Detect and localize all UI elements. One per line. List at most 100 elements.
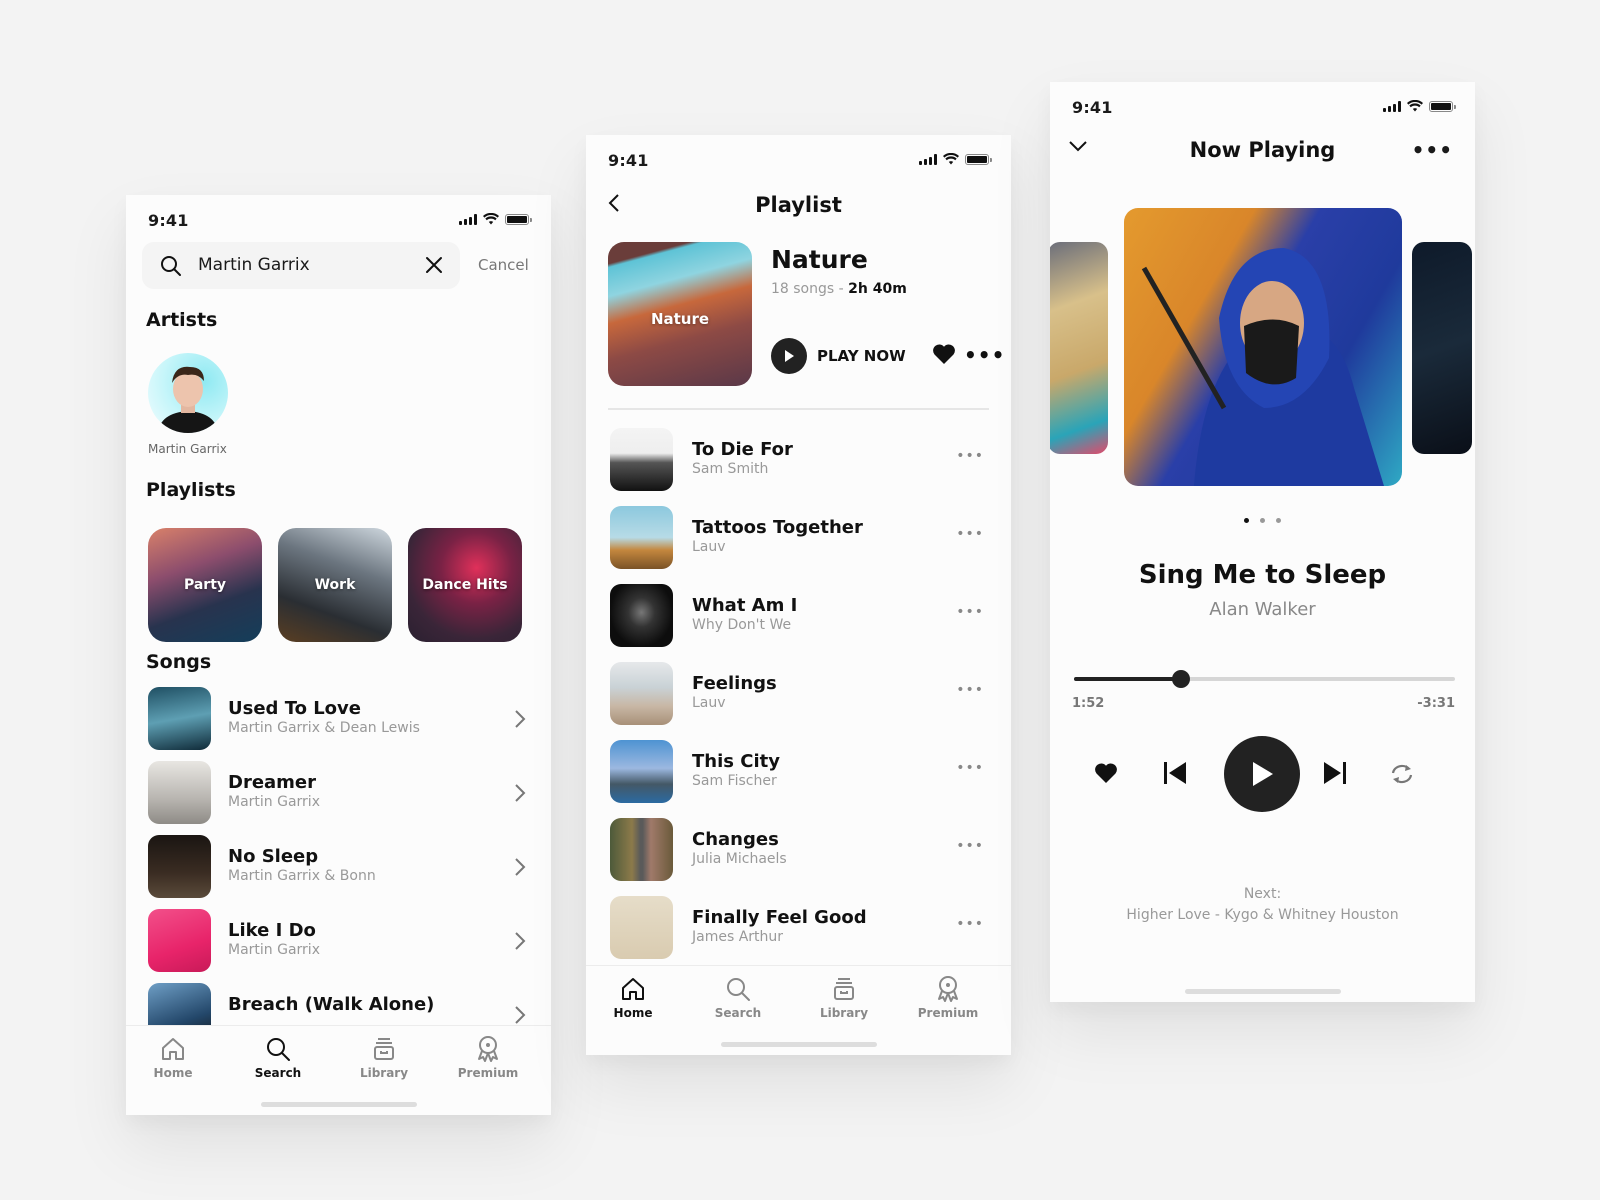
- tab-label: Search: [254, 1066, 302, 1080]
- track-title: This City: [692, 751, 780, 772]
- signal-icon: [1383, 100, 1401, 112]
- artist-avatar[interactable]: [148, 353, 228, 433]
- next-track[interactable]: Higher Love - Kygo & Whitney Houston: [1050, 907, 1475, 923]
- track-more-button[interactable]: •••: [956, 682, 984, 698]
- next-album-art[interactable]: [1412, 242, 1472, 454]
- search-query[interactable]: Martin Garrix: [198, 255, 310, 275]
- heart-icon[interactable]: [932, 343, 956, 365]
- pager-dot[interactable]: [1244, 518, 1249, 523]
- progress-knob[interactable]: [1171, 670, 1190, 688]
- track-more-button[interactable]: •••: [956, 916, 984, 932]
- previous-album-art[interactable]: [1050, 242, 1108, 454]
- tab-home[interactable]: Home: [133, 1034, 213, 1080]
- album-art: [148, 835, 211, 898]
- track-artist: James Arthur: [692, 929, 784, 945]
- tab-label: Search: [714, 1006, 762, 1020]
- album-art: [1124, 208, 1402, 486]
- track-more-button[interactable]: •••: [956, 604, 984, 620]
- battery-icon: [965, 153, 992, 165]
- song-row[interactable]: Like I Do Martin Garrix: [148, 909, 530, 973]
- search-icon: [727, 978, 750, 1001]
- song-row[interactable]: Dreamer Martin Garrix: [148, 761, 530, 825]
- song-row[interactable]: Used To Love Martin Garrix & Dean Lewis: [148, 687, 530, 751]
- home-indicator: [260, 1102, 417, 1107]
- more-options-button[interactable]: •••: [964, 343, 1005, 367]
- track-row[interactable]: To Die For Sam Smith •••: [610, 428, 990, 492]
- playlist-duration: 2h 40m: [848, 281, 907, 297]
- album-art: [610, 818, 673, 881]
- status-time: 9:41: [148, 211, 189, 230]
- search-icon: [267, 1038, 290, 1061]
- album-art: [610, 428, 673, 491]
- signal-icon: [919, 153, 937, 165]
- album-art: [610, 584, 673, 647]
- search-input[interactable]: Martin Garrix: [142, 242, 460, 289]
- track-artist: Lauv: [692, 539, 726, 555]
- status-bar: 9:41: [1050, 82, 1475, 132]
- track-more-button[interactable]: •••: [956, 838, 984, 854]
- artists-heading: Artists: [146, 309, 218, 331]
- progress-slider[interactable]: [1074, 670, 1455, 688]
- play-button[interactable]: [1224, 736, 1300, 812]
- battery-icon: [1429, 100, 1456, 112]
- playlist-cover[interactable]: Nature: [608, 242, 752, 386]
- track-row[interactable]: Changes Julia Michaels •••: [610, 818, 990, 882]
- like-button[interactable]: [1094, 762, 1118, 784]
- tab-premium[interactable]: Premium: [448, 1034, 528, 1080]
- song-row[interactable]: No Sleep Martin Garrix & Bonn: [148, 835, 530, 899]
- more-options-button[interactable]: •••: [1412, 138, 1453, 162]
- tab-library[interactable]: Library: [804, 974, 884, 1020]
- track-artist: Sam Fischer: [692, 773, 777, 789]
- play-now-button[interactable]: PLAY NOW: [771, 338, 906, 374]
- cover-label: Nature: [650, 310, 710, 328]
- next-button[interactable]: [1322, 760, 1348, 786]
- playlists-heading: Playlists: [146, 479, 236, 501]
- track-row[interactable]: This City Sam Fischer •••: [610, 740, 990, 804]
- repeat-button[interactable]: [1388, 762, 1416, 786]
- song-artist: Martin Garrix: [228, 942, 320, 958]
- track-more-button[interactable]: •••: [956, 448, 984, 464]
- track-more-button[interactable]: •••: [956, 526, 984, 542]
- carousel-pager: [1050, 518, 1475, 523]
- album-photo: [1141, 248, 1384, 486]
- pager-dot[interactable]: [1260, 518, 1265, 523]
- elapsed-time: 1:52: [1072, 696, 1105, 711]
- library-icon: [834, 978, 854, 1000]
- track-more-button[interactable]: •••: [956, 760, 984, 776]
- wifi-icon: [943, 153, 959, 165]
- track-title: Tattoos Together: [692, 517, 863, 538]
- track-artist: Sam Smith: [692, 461, 769, 477]
- chevron-right-icon: [515, 932, 526, 950]
- track-row[interactable]: Finally Feel Good James Arthur •••: [610, 896, 990, 960]
- artist-name: Martin Garrix: [148, 442, 227, 456]
- tab-home[interactable]: Home: [593, 974, 673, 1020]
- track-row[interactable]: What Am I Why Don't We •••: [610, 584, 990, 648]
- playlist-tile-work[interactable]: Work: [278, 528, 392, 642]
- track-row[interactable]: Tattoos Together Lauv •••: [610, 506, 990, 570]
- album-art: [610, 662, 673, 725]
- playlist-label: Dance Hits: [422, 577, 508, 593]
- tab-label: Library: [819, 1006, 869, 1020]
- tab-search[interactable]: Search: [698, 974, 778, 1020]
- tab-library[interactable]: Library: [344, 1034, 424, 1080]
- track-row[interactable]: Feelings Lauv •••: [610, 662, 990, 726]
- pager-dot[interactable]: [1276, 518, 1281, 523]
- tab-bar: Home Search Library Premium: [126, 1025, 551, 1115]
- artist-photo: [158, 366, 218, 433]
- signal-icon: [459, 213, 477, 225]
- previous-button[interactable]: [1162, 760, 1188, 786]
- wifi-icon: [483, 213, 499, 225]
- wifi-icon: [1407, 100, 1423, 112]
- album-art: [610, 740, 673, 803]
- skip-back-icon: [1164, 762, 1186, 784]
- tab-premium[interactable]: Premium: [908, 974, 988, 1020]
- playlist-tile-dance-hits[interactable]: Dance Hits: [408, 528, 522, 642]
- tab-search[interactable]: Search: [238, 1034, 318, 1080]
- home-icon: [622, 978, 644, 1000]
- clear-icon[interactable]: [424, 255, 444, 275]
- song-artist: Martin Garrix & Bonn: [228, 868, 376, 884]
- skip-forward-icon: [1324, 762, 1346, 784]
- cancel-button[interactable]: Cancel: [478, 256, 529, 274]
- playlist-tile-party[interactable]: Party: [148, 528, 262, 642]
- playlist-label: Work: [314, 577, 356, 593]
